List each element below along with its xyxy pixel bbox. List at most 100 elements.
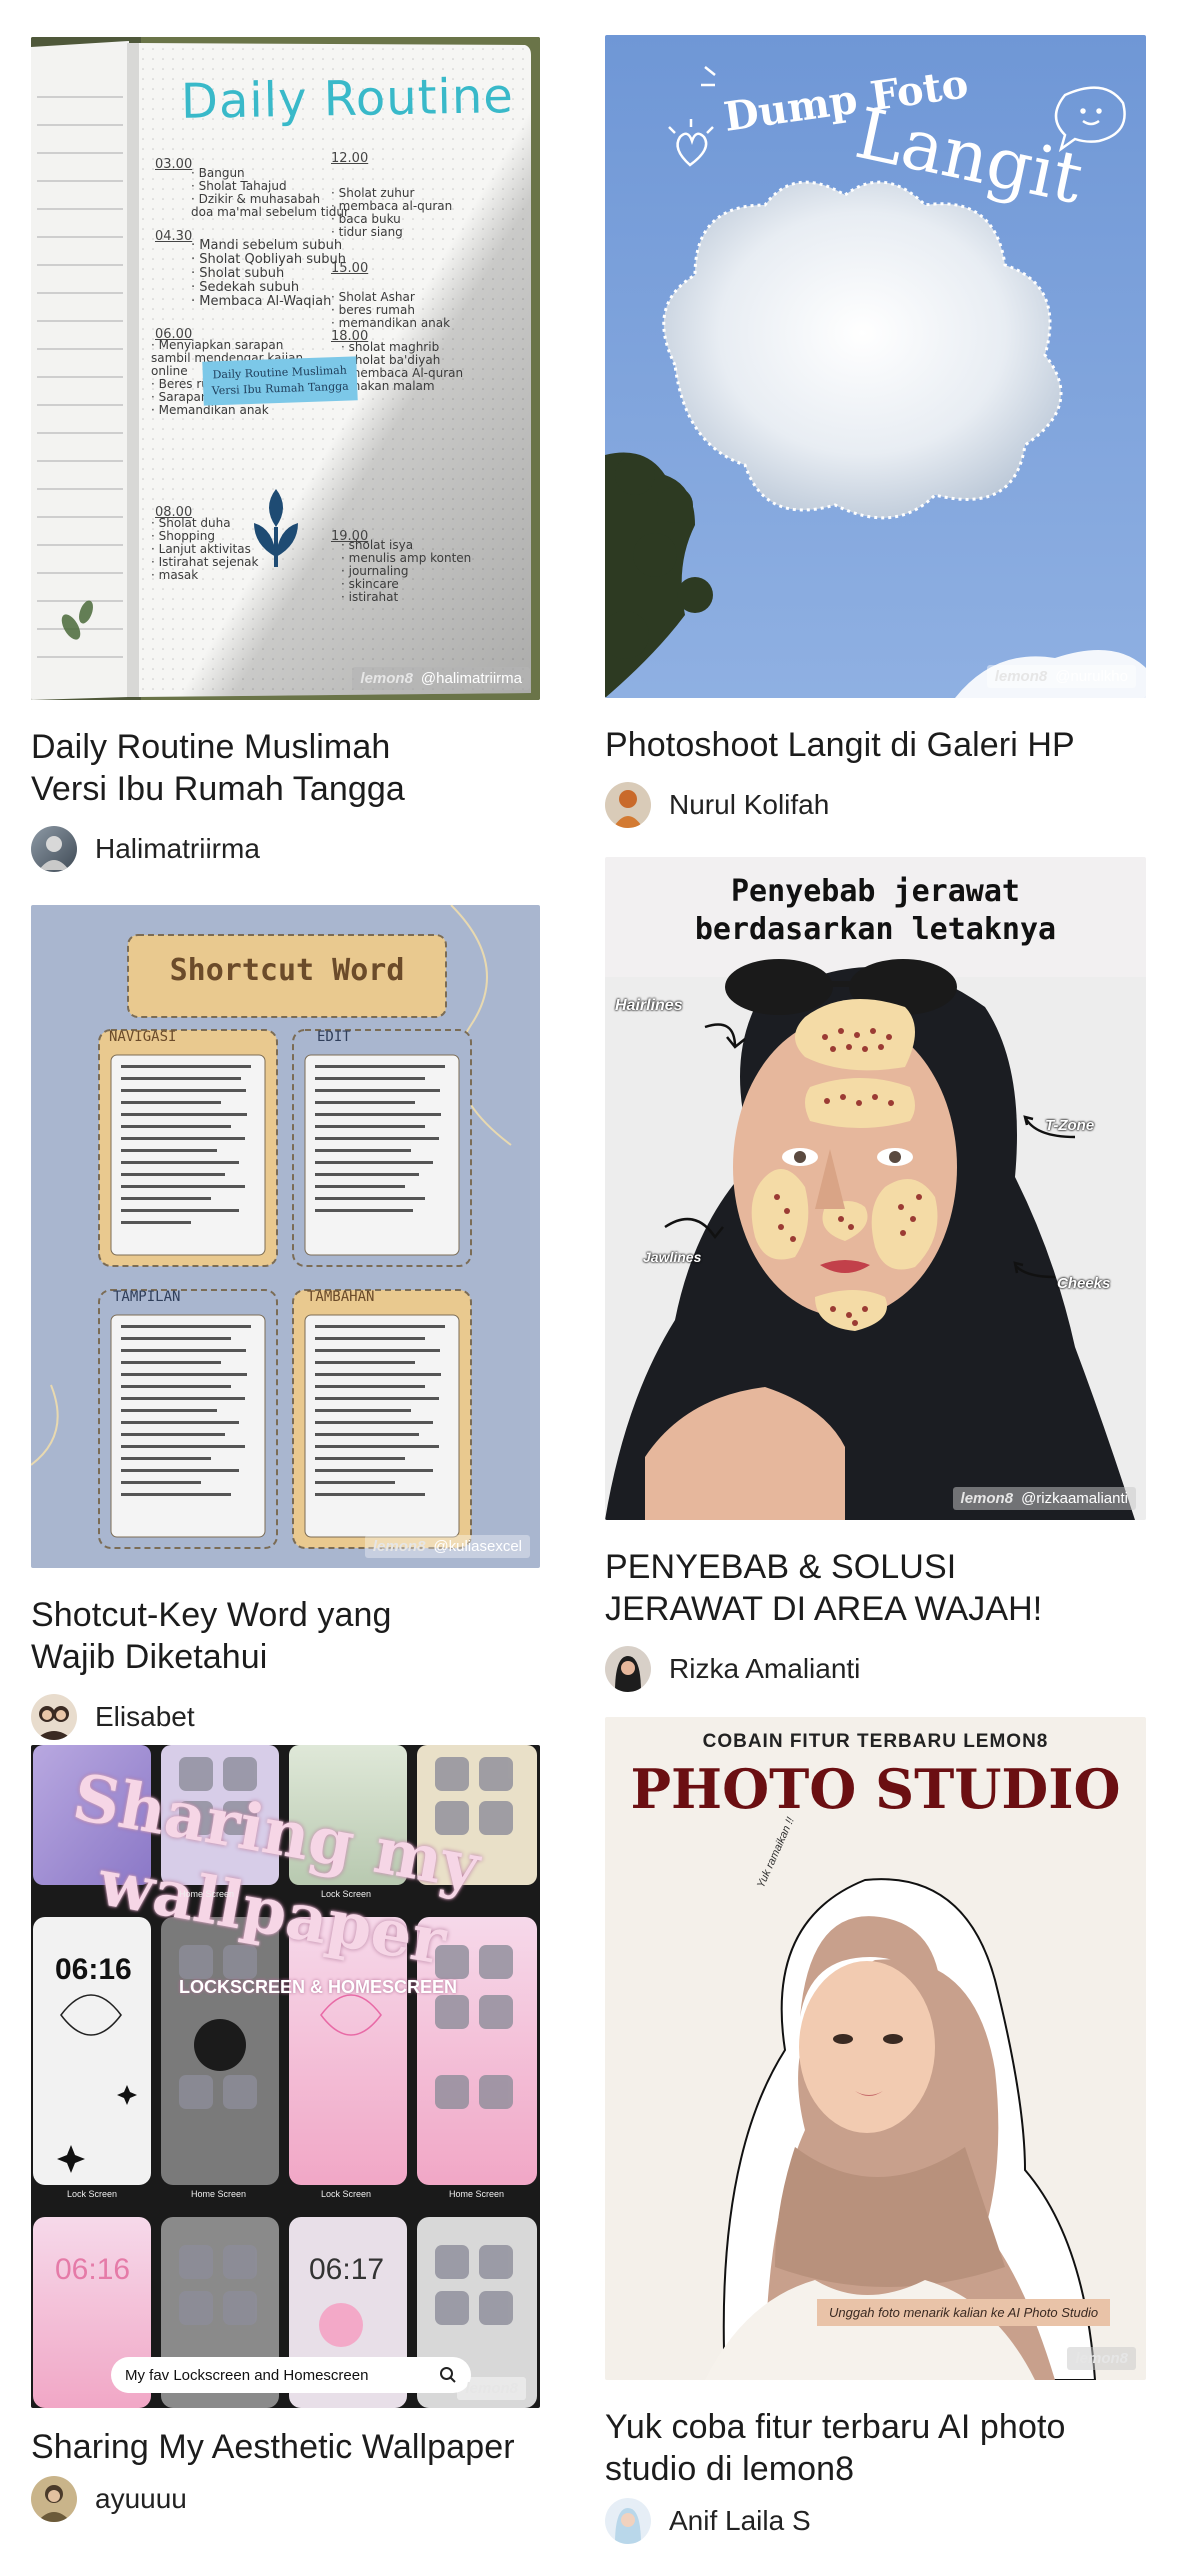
routine-sticker: Daily Routine Muslimah Versi Ibu Rumah T… xyxy=(202,356,358,406)
svg-text:· menulis amp konten: · menulis amp konten xyxy=(341,551,471,565)
title-line: PENYEBAB & SOLUSI xyxy=(605,1548,957,1586)
title-line: studio di lemon8 xyxy=(605,2450,855,2488)
acne-heading: Penyebab jerawat berdasarkan letaknya xyxy=(605,873,1146,949)
time-label: 04.30 xyxy=(155,229,193,244)
title-line: Photoshoot Langit di Galeri HP xyxy=(605,726,1075,764)
title-line: Shotcut-Key Word yang xyxy=(31,1596,392,1634)
post-card[interactable]: Dump Foto Langit lemon8 @nurulkho Photos… xyxy=(605,35,1146,830)
svg-text:· memandikan anak: · memandikan anak xyxy=(331,316,450,330)
post-thumbnail[interactable]: Sharing my wallpaper LOCKSCREEN & HOMESC… xyxy=(31,1745,540,2408)
screen-label: Home Screen xyxy=(191,2189,247,2199)
svg-text:· masak: · masak xyxy=(151,568,198,582)
svg-text:· skincare: · skincare xyxy=(341,577,399,591)
watermark-handle: @kuliasexcel xyxy=(433,1538,522,1555)
post-title[interactable]: Daily Routine Muslimah Versi Ibu Rumah T… xyxy=(31,726,540,810)
face-zone-label: Jawlines xyxy=(643,1249,702,1265)
post-author[interactable]: Nurul Kolifah xyxy=(605,780,1146,830)
wallpaper-subheading: LOCKSCREEN & HOMESCREEN xyxy=(179,1977,458,1997)
avatar[interactable] xyxy=(605,782,651,828)
post-card[interactable]: COBAIN FITUR TERBARU LEMON8 PHOTO STUDIO… xyxy=(605,1717,1146,2546)
face-zone-label: Cheeks xyxy=(1057,1275,1111,1292)
svg-text:· tidur siang: · tidur siang xyxy=(331,225,403,239)
svg-text:· journaling: · journaling xyxy=(341,564,408,578)
post-author[interactable]: ayuuuu xyxy=(31,2474,540,2524)
post-author[interactable]: Elisabet xyxy=(31,1692,540,1742)
search-pill[interactable]: My fav Lockscreen and Homescreen xyxy=(111,2357,471,2393)
svg-text:· Membaca Al-Waqiah: · Membaca Al-Waqiah xyxy=(191,294,331,309)
author-name[interactable]: Elisabet xyxy=(95,1701,195,1733)
watermark-brand: lemon8 xyxy=(1075,2350,1128,2367)
post-card[interactable]: Sharing my wallpaper LOCKSCREEN & HOMESC… xyxy=(31,1745,540,2524)
author-name[interactable]: ayuuuu xyxy=(95,2483,187,2515)
watermark: lemon8 xyxy=(457,2377,526,2400)
post-author[interactable]: Halimatriirma xyxy=(31,824,540,874)
svg-text:· Shopping: · Shopping xyxy=(151,529,215,543)
author-name[interactable]: Anif Laila S xyxy=(669,2505,811,2537)
post-title[interactable]: PENYEBAB & SOLUSI JERAWAT DI AREA WAJAH! xyxy=(605,1546,1146,1630)
watermark: lemon8 xyxy=(1067,2347,1136,2370)
svg-text:· baca buku: · baca buku xyxy=(331,212,401,226)
post-thumbnail[interactable]: Dump Foto Langit lemon8 @nurulkho xyxy=(605,35,1146,698)
svg-text:· membaca Al-quran: · membaca Al-quran xyxy=(341,366,463,380)
post-author[interactable]: Anif Laila S xyxy=(605,2496,1146,2546)
post-title[interactable]: Sharing My Aesthetic Wallpaper xyxy=(31,2426,540,2468)
title-line: Daily Routine Muslimah xyxy=(31,728,391,766)
post-title[interactable]: Photoshoot Langit di Galeri HP xyxy=(605,724,1146,766)
avatar[interactable] xyxy=(31,1694,77,1740)
acne-heading-line: Penyebab jerawat xyxy=(731,874,1020,909)
watermark: lemon8 @kuliasexcel xyxy=(364,1535,530,1558)
title-line: Yuk coba fitur terbaru AI photo xyxy=(605,2408,1066,2446)
author-name[interactable]: Nurul Kolifah xyxy=(669,789,829,821)
svg-text:· Mandi sebelum subuh: · Mandi sebelum subuh xyxy=(191,238,342,253)
post-title[interactable]: Yuk coba fitur terbaru AI photo studio d… xyxy=(605,2406,1146,2490)
lock-clock: 06:17 xyxy=(309,2253,385,2286)
svg-text:· Sholat Ashar: · Sholat Ashar xyxy=(331,290,415,304)
svg-text:· Istirahat sejenak: · Istirahat sejenak xyxy=(151,555,259,569)
author-name[interactable]: Halimatriirma xyxy=(95,833,260,865)
post-author[interactable]: Rizka Amalianti xyxy=(605,1644,1146,1694)
post-thumbnail[interactable]: Penyebab jerawat berdasarkan letaknya Ha… xyxy=(605,857,1146,1520)
time-label: 03.00 xyxy=(155,157,193,172)
face-zone-label: T-Zone xyxy=(1045,1117,1095,1134)
section-label: TAMPILAN xyxy=(113,1289,181,1305)
svg-text:· Bangun: · Bangun xyxy=(191,166,245,180)
post-card[interactable]: Penyebab jerawat berdasarkan letaknya Ha… xyxy=(605,857,1146,1694)
watermark-handle: @halimatriirma xyxy=(420,670,522,687)
post-thumbnail[interactable]: · Mandi sebelum subuh · Sholat Qobliyah … xyxy=(31,37,540,700)
section-label: TAMBAHAN xyxy=(307,1289,375,1305)
watermark: lemon8 @nurulkho xyxy=(986,665,1136,688)
watermark: lemon8 @rizkaamalianti xyxy=(952,1487,1136,1510)
studio-caption: Unggah foto menarik kalian ke AI Photo S… xyxy=(817,2299,1111,2326)
time-label: 19.00 xyxy=(331,529,369,544)
section-label: NAVIGASI xyxy=(109,1029,177,1045)
screen-label: Home Screen xyxy=(179,1889,235,1899)
shortcut-graphic xyxy=(31,905,512,1549)
watermark-brand: lemon8 xyxy=(994,668,1048,685)
search-icon xyxy=(440,2367,456,2383)
post-thumbnail[interactable]: Shortcut Word NAVIGASI EDIT TAMPILAN TAM… xyxy=(31,905,540,1568)
post-thumbnail[interactable]: COBAIN FITUR TERBARU LEMON8 PHOTO STUDIO… xyxy=(605,1717,1146,2380)
svg-text:· Sholat Qobliyah subuh: · Sholat Qobliyah subuh xyxy=(191,252,346,267)
watermark-brand: lemon8 xyxy=(360,670,413,687)
time-label: 15.00 xyxy=(331,261,369,276)
svg-text:· Sholat Tahajud: · Sholat Tahajud xyxy=(191,179,287,193)
post-card[interactable]: · Mandi sebelum subuh · Sholat Qobliyah … xyxy=(31,37,540,874)
studio-heading: PHOTO STUDIO xyxy=(630,1757,1121,1821)
avatar[interactable] xyxy=(605,1646,651,1692)
avatar[interactable] xyxy=(605,2498,651,2544)
svg-text:· beres rumah: · beres rumah xyxy=(331,303,415,317)
time-label: 08.00 xyxy=(155,505,193,520)
screen-label: Lock Screen xyxy=(67,2189,118,2199)
avatar[interactable] xyxy=(31,2476,77,2522)
watermark-brand: lemon8 xyxy=(372,1538,426,1555)
studio-kicker: COBAIN FITUR TERBARU LEMON8 xyxy=(702,1731,1049,1752)
post-card[interactable]: Shortcut Word NAVIGASI EDIT TAMPILAN TAM… xyxy=(31,905,540,1742)
svg-text:doa ma'mal sebelum tidur: doa ma'mal sebelum tidur xyxy=(191,205,349,219)
watermark-handle: @rizkaamalianti xyxy=(1021,1490,1128,1507)
avatar[interactable] xyxy=(31,826,77,872)
svg-text:· Lanjut aktivitas: · Lanjut aktivitas xyxy=(151,542,251,556)
svg-text:· Sedekah subuh: · Sedekah subuh xyxy=(191,280,299,295)
post-title[interactable]: Shotcut-Key Word yang Wajib Diketahui xyxy=(31,1594,540,1678)
author-name[interactable]: Rizka Amalianti xyxy=(669,1653,860,1685)
acne-face-photo xyxy=(605,959,1146,1520)
